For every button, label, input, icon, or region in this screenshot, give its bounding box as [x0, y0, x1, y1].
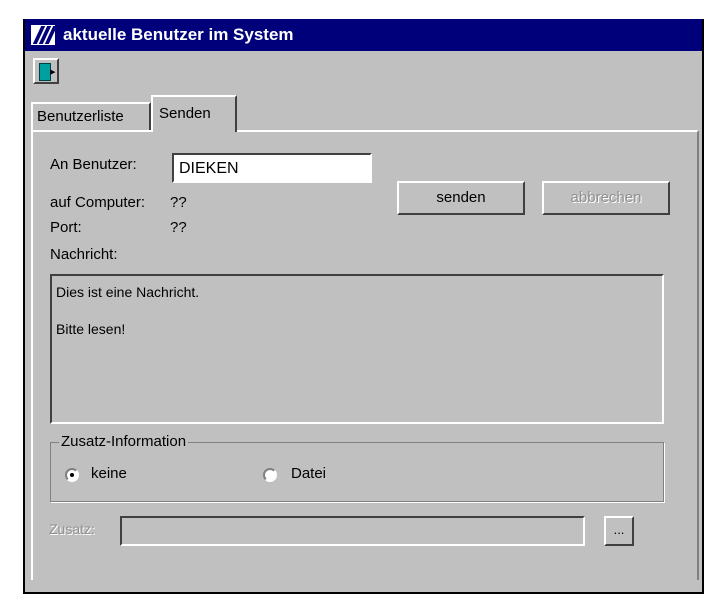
main-window: aktuelle Benutzer im System ▸ Benutzerli… [23, 19, 704, 594]
cancel-button[interactable]: abbrechen [542, 181, 670, 215]
radio-file-label[interactable]: Datei [291, 465, 326, 482]
radio-none-label[interactable]: keine [91, 465, 127, 482]
port-value: ?? [170, 219, 187, 236]
extra-info-group: Zusatz-Information keine Datei [50, 433, 664, 502]
send-button[interactable]: senden [397, 181, 525, 215]
message-textarea[interactable]: Dies ist eine Nachricht. Bitte lesen! [50, 274, 664, 424]
tab-benutzerliste[interactable]: Benutzerliste [31, 102, 151, 130]
to-user-label: An Benutzer: [50, 156, 137, 173]
window-title: aktuelle Benutzer im System [63, 25, 294, 44]
tab-senden[interactable]: Senden [151, 95, 237, 132]
port-label: Port: [50, 219, 82, 236]
message-label: Nachricht: [50, 246, 118, 263]
app-logo-icon [31, 25, 58, 45]
title-bar[interactable]: aktuelle Benutzer im System [25, 19, 702, 51]
exit-button[interactable]: ▸ [33, 58, 59, 84]
message-line: Dies ist eine Nachricht. [56, 284, 200, 300]
extra-label: Zusatz: [49, 521, 95, 537]
to-user-input[interactable]: DIEKEN [172, 153, 372, 183]
computer-label: auf Computer: [50, 194, 146, 211]
browse-button[interactable]: ... [604, 516, 634, 546]
message-line: Bitte lesen! [56, 321, 126, 337]
radio-file[interactable] [263, 468, 277, 482]
extra-info-legend: Zusatz-Information [59, 433, 189, 450]
radio-none[interactable] [65, 468, 79, 482]
computer-value: ?? [170, 194, 187, 211]
extra-input[interactable] [120, 516, 585, 546]
